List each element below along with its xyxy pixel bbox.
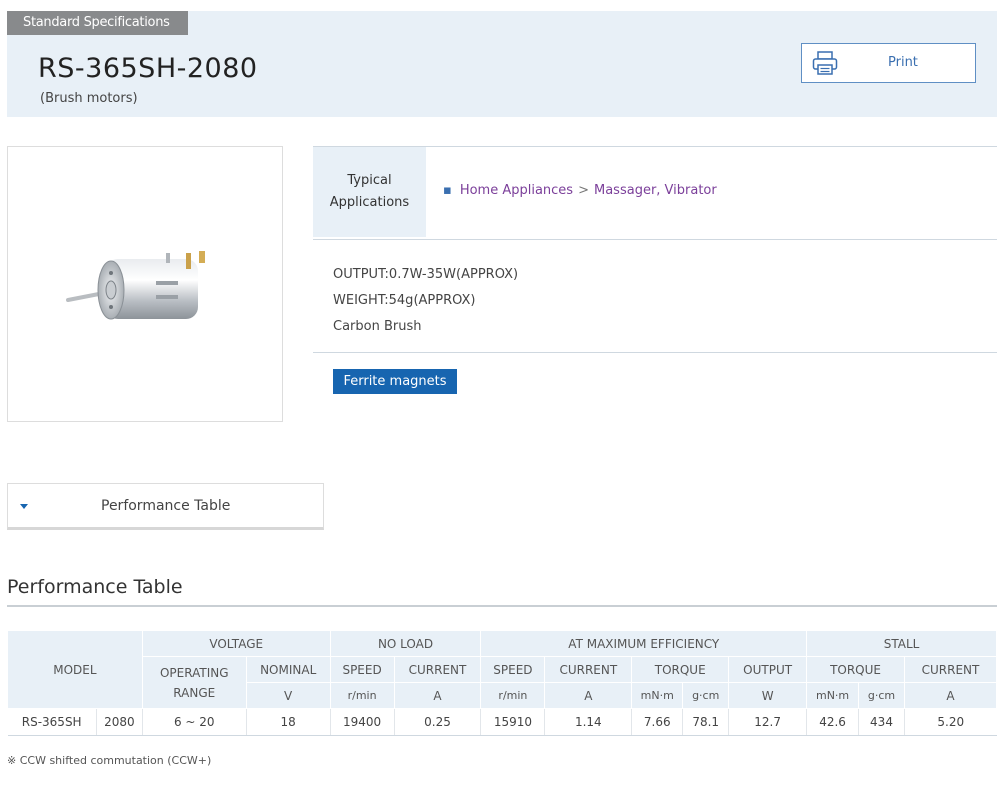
unit-me-a: A xyxy=(544,682,633,709)
th-max-efficiency: AT MAXIMUM EFFICIENCY xyxy=(480,630,808,657)
page-subtitle: (Brush motors) xyxy=(40,91,138,106)
th-stall: STALL xyxy=(806,630,997,657)
footnote: ※ CCW shifted commutation (CCW+) xyxy=(7,754,212,767)
th-me-output: OUTPUT xyxy=(728,656,808,683)
unit-me-w: W xyxy=(728,682,808,709)
th-operating-line1: OPERATING xyxy=(159,665,229,680)
th-nl-current: CURRENT xyxy=(393,656,482,683)
unit-me-mnm: mN·m xyxy=(631,682,684,709)
th-nominal: NOMINAL xyxy=(245,656,331,683)
th-voltage: VOLTAGE xyxy=(141,630,331,657)
section-underline xyxy=(7,605,997,607)
printer-icon xyxy=(812,51,838,75)
product-image-box xyxy=(7,146,283,422)
performance-table-toggle[interactable]: Performance Table xyxy=(7,483,324,530)
cell-me-output: 12.7 xyxy=(728,708,807,736)
applications-label: Typical Applications xyxy=(313,147,426,237)
ferrite-magnets-button[interactable]: Ferrite magnets xyxy=(333,369,457,394)
th-operating-line2: RANGE xyxy=(173,685,216,700)
breadcrumb-separator: > xyxy=(578,183,589,198)
motor-image xyxy=(66,251,205,320)
th-st-torque: TORQUE xyxy=(806,656,905,683)
caret-down-icon xyxy=(20,504,28,509)
th-no-load: NO LOAD xyxy=(329,630,482,657)
unit-nl-a: A xyxy=(393,682,482,709)
th-operating-range: OPERATING RANGE xyxy=(141,656,247,709)
th-nl-speed: SPEED xyxy=(329,656,395,683)
cell-me-current: 1.14 xyxy=(544,708,632,736)
unit-st-mnm: mN·m xyxy=(806,682,860,709)
spec-output: OUTPUT:0.7W-35W(APPROX) xyxy=(333,267,519,282)
cell-variant: 2080 xyxy=(95,708,143,736)
unit-me-gcm: g·cm xyxy=(682,682,730,709)
page-title: RS-365SH-2080 xyxy=(38,53,258,84)
unit-v: V xyxy=(245,682,331,709)
performance-toggle-label: Performance Table xyxy=(101,498,231,514)
link-massager-vibrator[interactable]: Massager, Vibrator xyxy=(594,183,717,198)
divider xyxy=(313,352,997,353)
spec-weight: WEIGHT:54g(APPROX) xyxy=(333,293,476,308)
applications-label-line1: Typical xyxy=(347,173,392,188)
table-row: RS-365SH 2080 6 ~ 20 18 19400 0.25 15910… xyxy=(7,708,997,736)
th-me-torque: TORQUE xyxy=(631,656,730,683)
cell-nominal: 18 xyxy=(245,708,331,736)
th-model: MODEL xyxy=(7,630,143,709)
spec-tag: Standard Specifications xyxy=(7,11,188,35)
cell-me-torque-mnm: 7.66 xyxy=(631,708,683,736)
th-me-speed: SPEED xyxy=(480,656,546,683)
print-button[interactable]: Print xyxy=(801,43,976,83)
cell-me-speed: 15910 xyxy=(480,708,545,736)
bullet-icon: ▪ xyxy=(443,183,452,198)
unit-st-gcm: g·cm xyxy=(858,682,905,709)
typical-applications-row: Typical Applications ▪ Home Appliances > Ma… xyxy=(313,146,997,240)
cell-nl-current: 0.25 xyxy=(393,708,481,736)
cell-st-current: 5.20 xyxy=(903,708,997,736)
print-label: Print xyxy=(888,55,918,70)
cell-me-torque-gcm: 78.1 xyxy=(682,708,729,736)
th-st-current: CURRENT xyxy=(903,656,998,683)
cell-st-torque-gcm: 434 xyxy=(858,708,905,736)
unit-nl-rmin: r/min xyxy=(329,682,395,709)
applications-label-line2: Applications xyxy=(329,195,410,210)
applications-breadcrumb: ▪ Home Appliances > Massager, Vibrator xyxy=(443,183,717,198)
section-title: Performance Table xyxy=(7,576,183,598)
cell-nl-speed: 19400 xyxy=(329,708,395,736)
performance-table: MODEL VOLTAGE NO LOAD AT MAXIMUM EFFICIE… xyxy=(7,630,998,736)
th-me-current: CURRENT xyxy=(544,656,633,683)
unit-st-a: A xyxy=(903,682,998,709)
spec-list: OUTPUT:0.7W-35W(APPROX) WEIGHT:54g(APPRO… xyxy=(333,262,518,340)
spec-header: Standard Specifications RS-365SH-2080 (B… xyxy=(7,11,997,117)
link-home-appliances[interactable]: Home Appliances xyxy=(460,183,573,198)
cell-model: RS-365SH xyxy=(7,708,97,736)
unit-me-rmin: r/min xyxy=(480,682,546,709)
cell-st-torque-mnm: 42.6 xyxy=(806,708,859,736)
spec-brush: Carbon Brush xyxy=(333,319,422,334)
cell-operating-range: 6 ~ 20 xyxy=(141,708,247,736)
